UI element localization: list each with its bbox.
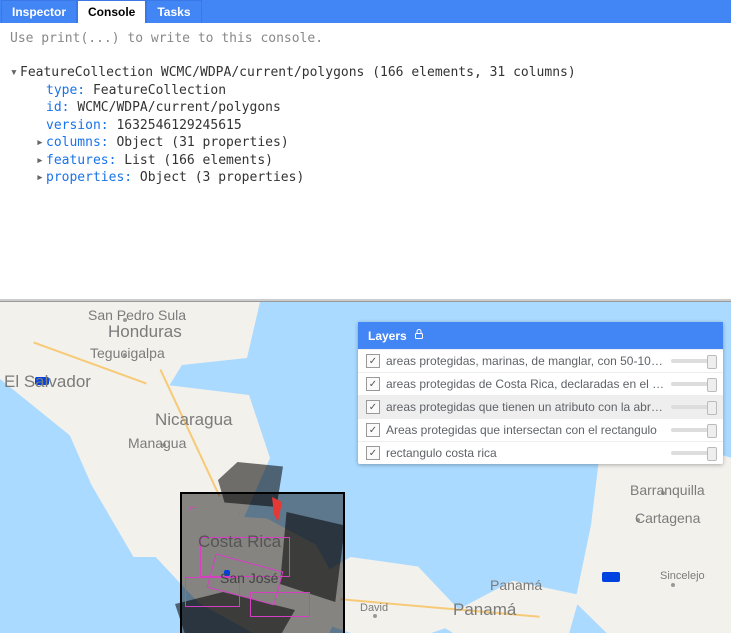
- layer-label: areas protegidas que tienen un atributo …: [386, 400, 665, 414]
- layers-title: Layers: [368, 329, 407, 343]
- layer-row[interactable]: ✓ areas protegidas de Costa Rica, declar…: [358, 372, 723, 395]
- city-dot: [671, 583, 675, 587]
- opacity-slider[interactable]: [671, 428, 715, 432]
- city-dot: [123, 318, 127, 322]
- layer-checkbox[interactable]: ✓: [366, 377, 380, 391]
- blue-feature: [602, 572, 620, 582]
- blue-feature: [35, 377, 49, 385]
- layer-checkbox[interactable]: ✓: [366, 446, 380, 460]
- tree-root[interactable]: ▾FeatureCollection WCMC/WDPA/current/pol…: [10, 64, 721, 82]
- opacity-slider[interactable]: [671, 359, 715, 363]
- layer-row[interactable]: ✓ areas protegidas que tienen un atribut…: [358, 395, 723, 418]
- collapse-icon[interactable]: ▾: [10, 64, 20, 82]
- layer-row[interactable]: ✓ areas protegidas, marinas, de manglar,…: [358, 349, 723, 372]
- tree-id: id: WCMC/WDPA/current/polygons: [36, 99, 721, 117]
- tree-features[interactable]: ▸features: List (166 elements): [36, 152, 721, 170]
- expand-icon[interactable]: ▸: [36, 134, 46, 152]
- tab-inspector[interactable]: Inspector: [1, 0, 77, 23]
- layer-label: areas protegidas de Costa Rica, declarad…: [386, 377, 665, 391]
- tab-console[interactable]: Console: [77, 0, 146, 23]
- city-dot: [162, 443, 166, 447]
- layer-row[interactable]: ✓ rectangulo costa rica: [358, 441, 723, 464]
- pink-polygon: [185, 577, 240, 607]
- expand-icon[interactable]: ▸: [36, 169, 46, 187]
- tree-properties[interactable]: ▸properties: Object (3 properties): [36, 169, 721, 187]
- city-dot: [373, 614, 377, 618]
- opacity-slider[interactable]: [671, 382, 715, 386]
- opacity-slider[interactable]: [671, 451, 715, 455]
- layer-label: areas protegidas, marinas, de manglar, c…: [386, 354, 665, 368]
- tab-bar: Inspector Console Tasks: [0, 0, 731, 23]
- lock-icon[interactable]: [413, 328, 425, 343]
- land-panama: [310, 557, 580, 633]
- tree-version: version: 1632546129245615: [36, 117, 721, 135]
- console-hint: Use print(...) to write to this console.: [10, 31, 721, 46]
- tab-tasks[interactable]: Tasks: [146, 0, 201, 23]
- city-dot: [661, 491, 665, 495]
- blue-feature: [224, 570, 230, 576]
- land-colombia: [575, 437, 731, 633]
- tree-type: type: FeatureCollection: [36, 82, 721, 100]
- expand-icon[interactable]: ▸: [36, 152, 46, 170]
- map[interactable]: San Pedro Sula Honduras Tegucigalpa El S…: [0, 301, 731, 633]
- pink-polygon: [250, 592, 310, 617]
- layer-checkbox[interactable]: ✓: [366, 423, 380, 437]
- layer-label: Areas protegidas que intersectan con el …: [386, 423, 665, 437]
- layer-label: rectangulo costa rica: [386, 446, 665, 460]
- layers-panel: Layers ✓ areas protegidas, marinas, de m…: [358, 322, 723, 464]
- opacity-slider[interactable]: [671, 405, 715, 409]
- tree-columns[interactable]: ▸columns: Object (31 properties): [36, 134, 721, 152]
- layers-header[interactable]: Layers: [358, 322, 723, 349]
- console-panel: Use print(...) to write to this console.…: [0, 23, 731, 301]
- city-dot: [636, 518, 640, 522]
- layer-checkbox[interactable]: ✓: [366, 354, 380, 368]
- city-dot: [123, 353, 127, 357]
- layer-checkbox[interactable]: ✓: [366, 400, 380, 414]
- layer-row[interactable]: ✓ Areas protegidas que intersectan con e…: [358, 418, 723, 441]
